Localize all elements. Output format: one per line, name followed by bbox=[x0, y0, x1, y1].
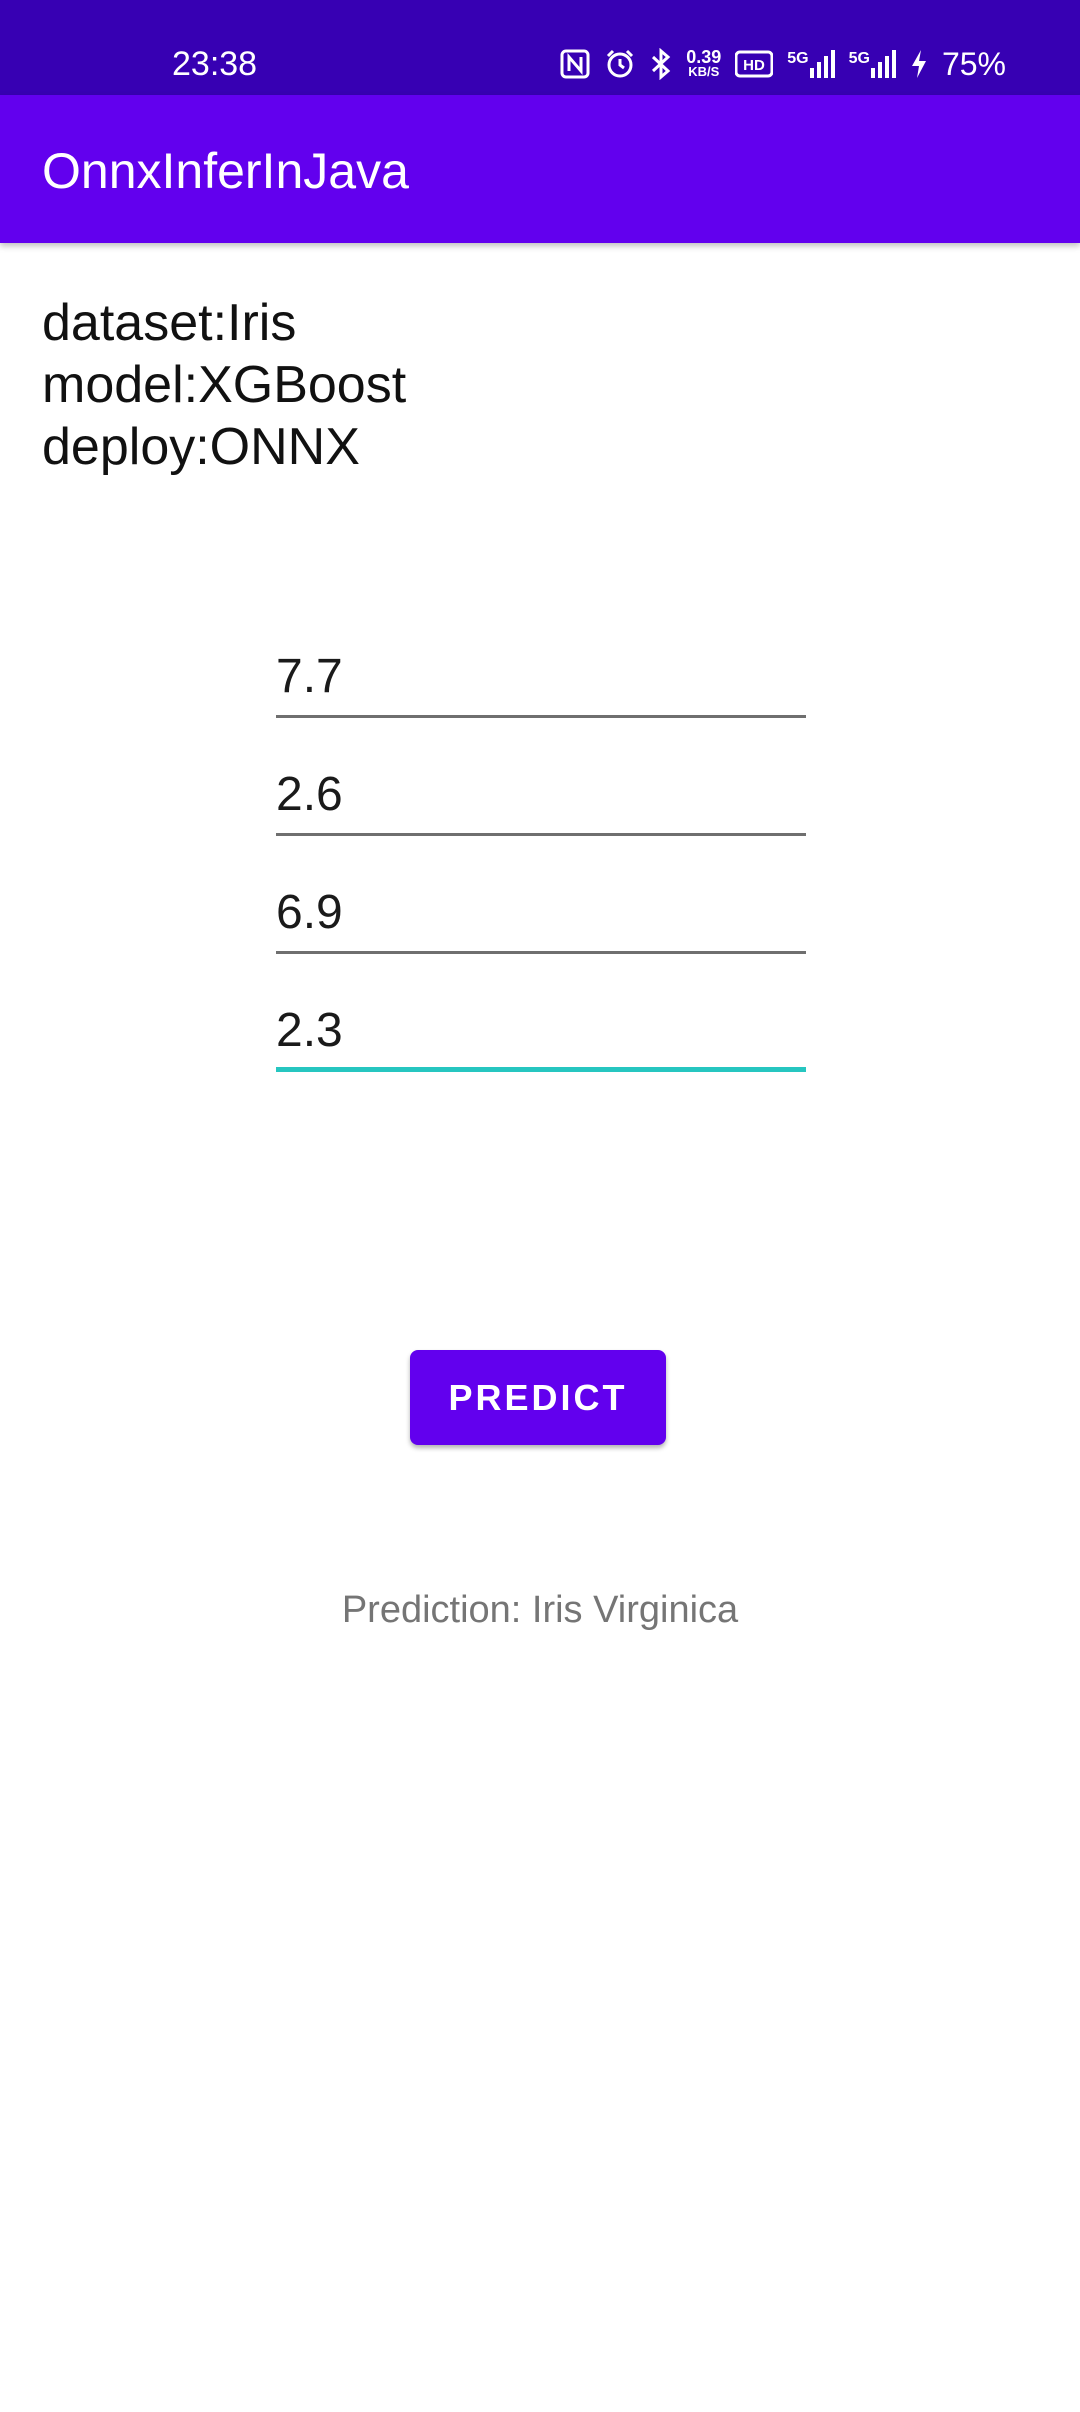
network-type-1: 5G bbox=[787, 50, 809, 67]
feature-input-4[interactable] bbox=[276, 992, 806, 1068]
feature-input-2[interactable] bbox=[276, 756, 806, 832]
feature-underline-4 bbox=[276, 1067, 806, 1072]
feature-field-2[interactable] bbox=[276, 756, 806, 836]
deploy-label: deploy:ONNX bbox=[42, 418, 360, 476]
signal-icon: 5G bbox=[849, 50, 896, 78]
status-bar: 23:38 0.39 KB/S HD 5G 5G 75% bbox=[0, 0, 1080, 95]
network-type-2: 5G bbox=[848, 50, 870, 67]
charging-icon bbox=[910, 49, 928, 79]
feature-field-4[interactable] bbox=[276, 992, 806, 1072]
dataset-label: dataset:Iris bbox=[42, 294, 297, 352]
feature-input-3[interactable] bbox=[276, 874, 806, 950]
nfc-icon bbox=[560, 49, 590, 79]
signal-icon: 5G bbox=[787, 50, 835, 78]
status-icons: 0.39 KB/S HD 5G 5G 75% bbox=[560, 44, 1006, 84]
predict-button[interactable]: PREDICT bbox=[410, 1350, 666, 1445]
app-title: OnnxInferInJava bbox=[42, 143, 409, 199]
feature-field-3[interactable] bbox=[276, 874, 806, 954]
bluetooth-icon bbox=[650, 48, 672, 80]
model-label: model:XGBoost bbox=[42, 356, 407, 414]
prediction-result: Prediction: Iris Virginica bbox=[341, 1589, 739, 1631]
feature-underline-3 bbox=[276, 951, 806, 954]
feature-input-1[interactable] bbox=[276, 638, 806, 714]
svg-text:HD: HD bbox=[743, 57, 765, 74]
alarm-icon bbox=[604, 48, 636, 80]
feature-field-1[interactable] bbox=[276, 638, 806, 718]
model-info: dataset:Iris model:XGBoost deploy:ONNX bbox=[42, 292, 406, 478]
network-speed-value: 0.39 bbox=[686, 47, 722, 67]
status-time: 23:38 bbox=[172, 45, 258, 83]
network-speed-unit: KB/S bbox=[688, 64, 720, 79]
network-speed: 0.39 KB/S bbox=[686, 47, 722, 79]
feature-underline-1 bbox=[276, 715, 806, 718]
hd-icon: HD bbox=[735, 50, 774, 78]
feature-underline-2 bbox=[276, 833, 806, 836]
battery-level: 75% bbox=[941, 45, 1006, 82]
app-bar: OnnxInferInJava bbox=[0, 95, 1080, 243]
